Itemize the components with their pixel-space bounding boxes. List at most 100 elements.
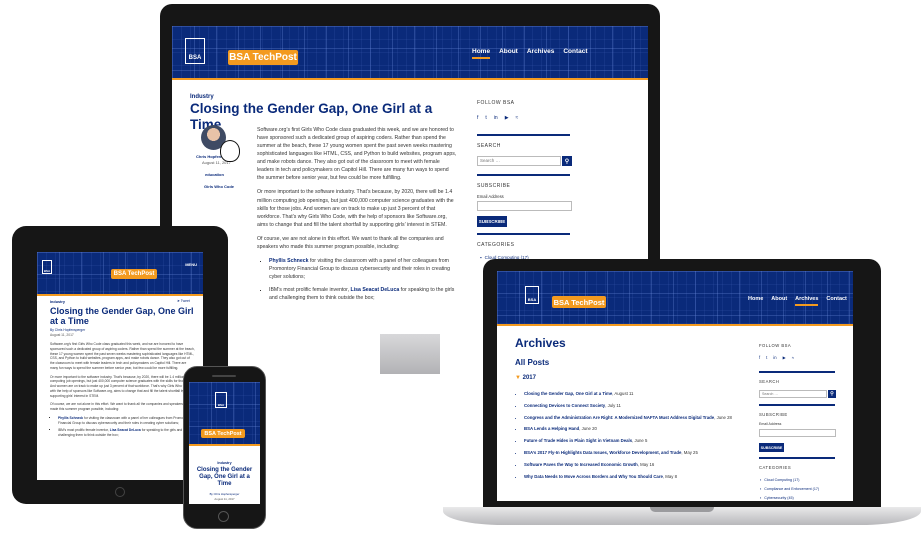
facebook-icon[interactable]: f (759, 355, 760, 360)
phone-home-button (218, 511, 229, 522)
youtube-icon[interactable]: ▶ (505, 115, 509, 121)
linkedin-icon[interactable]: in (494, 115, 498, 121)
brand-badge[interactable]: BSA TechPost (228, 50, 298, 65)
nav-archives[interactable]: Archives (527, 48, 554, 55)
laptop-notch (650, 507, 714, 512)
tweet-button[interactable]: ➤ Tweet (177, 299, 190, 303)
main-nav: Home About Archives Contact (748, 296, 847, 306)
nav-contact[interactable]: Contact (563, 48, 587, 55)
article-date: August 11, 2017 (214, 497, 235, 501)
search-button[interactable]: ⚲ (562, 156, 572, 166)
article-category[interactable]: Industry (190, 94, 214, 100)
search-heading: SEARCH (477, 143, 501, 149)
by-line[interactable]: By Chris Hopfensperger (50, 328, 85, 332)
category-item[interactable]: Compliance and Enforcement (17) (760, 487, 819, 491)
facebook-icon[interactable]: f (477, 115, 478, 121)
paragraph-3: Of course, we are not alone in this effo… (50, 402, 190, 412)
nav-home[interactable]: Home (472, 48, 491, 59)
paragraph-2: Or more important to the software indust… (50, 374, 195, 398)
year-toggle[interactable]: ▼ 2017 (515, 375, 536, 381)
search-input[interactable]: Search … (759, 390, 827, 398)
menu-button[interactable]: MENU (185, 262, 197, 267)
brand-badge[interactable]: BSA TechPost (552, 296, 606, 308)
paragraph-3: Of course, we are not alone in this effo… (257, 235, 444, 250)
subscribe-heading: SUBSCRIBE (759, 412, 788, 417)
subscribe-heading: SUBSCRIBE (477, 183, 511, 189)
nav-about[interactable]: About (771, 296, 787, 302)
desktop-header: BSA BSA TechPost Home About Archives Con… (172, 26, 648, 78)
tablet-header: BSA BSA TechPost MENU (37, 252, 203, 294)
categories-heading: CATEGORIES (759, 465, 792, 470)
nav-home[interactable]: Home (748, 296, 763, 302)
phone-speaker (212, 375, 236, 377)
bullet-2-name[interactable]: Lisa Seacat DeLuca (351, 287, 400, 293)
follow-heading: FOLLOW BSA (759, 343, 792, 348)
twitter-icon[interactable]: t (485, 115, 486, 121)
linkedin-icon[interactable]: in (773, 355, 776, 360)
social-icons: f t in ▶ ≈ (477, 115, 518, 121)
nav-about[interactable]: About (499, 48, 518, 55)
article-title: Closing the Gender Gap, One Girl at a Ti… (196, 467, 253, 487)
archive-item: Connecting Devices to Connect Society, J… (524, 403, 744, 409)
main-nav: Home About Archives Contact (472, 48, 588, 59)
archive-item: BSA’s 2017 Fly-In Highlights Data Issues… (524, 450, 744, 456)
article-category[interactable]: Industry (189, 461, 260, 465)
all-posts-heading: All Posts (515, 358, 550, 367)
bullet-1-name[interactable]: Phyllis Schneck (269, 258, 309, 264)
email-label: Email Address (477, 194, 504, 199)
article-date: August 11, 2017 (50, 333, 74, 337)
categories-heading: CATEGORIES (477, 242, 515, 248)
rss-icon[interactable]: ≈ (516, 115, 519, 121)
phone-screen: BSA BSA TechPost Industry Closing the Ge… (189, 382, 260, 504)
search-button[interactable]: ⚲ (828, 390, 836, 398)
archive-item: BSA Lends a Helping Hand, June 20 (524, 426, 744, 432)
archives-heading: Archives (515, 336, 566, 350)
by-line[interactable]: By Chris Hopfensperger (189, 492, 260, 496)
phone-header: BSA BSA TechPost (189, 382, 260, 444)
nav-archives[interactable]: Archives (795, 296, 819, 306)
archive-item: Why Data Needs to Move Across Borders an… (524, 474, 744, 480)
email-field[interactable] (759, 429, 836, 437)
youtube-icon[interactable]: ▶ (783, 355, 786, 360)
nav-contact[interactable]: Contact (826, 296, 846, 302)
archive-item: Software Paves the Way to Increased Econ… (524, 462, 744, 468)
brand-badge[interactable]: BSA TechPost (201, 429, 245, 438)
bullet-2: IBM’s most prolific female inventor, Lis… (58, 428, 195, 438)
email-field[interactable] (477, 201, 572, 211)
archive-list: Closing the Gender Gap, One Girl at a Ti… (524, 391, 744, 485)
paragraph-1: Software.org’s first Girls Who Code clas… (50, 342, 195, 370)
subscribe-button[interactable]: SUBSCRIBE (759, 443, 784, 452)
article-body: Software.org’s first Girls Who Code clas… (50, 342, 195, 438)
cursor-icon (220, 140, 240, 162)
responsive-devices-mockup: BSA BSA TechPost Home About Archives Con… (0, 0, 921, 538)
search-heading: SEARCH (759, 379, 780, 384)
archive-item: Congress and the Administration Are Righ… (524, 415, 744, 421)
laptop-header: BSA BSA TechPost Home About Archives Con… (497, 271, 853, 324)
bsa-logo: BSA (42, 260, 52, 274)
brand-badge[interactable]: BSA TechPost (111, 269, 157, 279)
category-item[interactable]: Cloud Computing (17) (760, 478, 799, 482)
monitor-stand (380, 334, 440, 374)
twitter-icon[interactable]: t (766, 355, 767, 360)
article-category[interactable]: Industry (50, 300, 65, 304)
archive-item: Closing the Gender Gap, One Girl at a Ti… (524, 391, 744, 397)
paragraph-2: Or more important to the software indust… (257, 189, 454, 228)
rss-icon[interactable]: ≈ (792, 355, 794, 360)
social-icons: f t in ▶ ≈ (759, 355, 794, 360)
follow-heading: FOLLOW BSA (477, 100, 515, 106)
tablet-screen: BSA BSA TechPost MENU Industry ➤ Tweet C… (37, 252, 203, 480)
paragraph-1: Software.org’s first Girls Who Code clas… (257, 127, 457, 182)
bullet-1: Phyllis Schneck for visiting the classro… (58, 416, 195, 426)
category-item[interactable]: Cybersecurity (45) (760, 496, 793, 500)
archive-item: Future of Trade Hides in Plain Sight in … (524, 438, 744, 444)
tag-education[interactable]: education (205, 172, 224, 177)
bullet-2: IBM’s most prolific female inventor, Lis… (269, 286, 457, 302)
bsa-logo: BSA (215, 392, 227, 408)
search-input[interactable]: Search … (477, 156, 561, 166)
tag-girls-who-code[interactable]: Girls Who Code (204, 184, 234, 189)
subscribe-button[interactable]: SUBSCRIBE (477, 216, 507, 227)
twitter-icon: ➤ (177, 299, 180, 303)
tablet-home-button (115, 487, 125, 497)
bsa-logo: BSA (185, 38, 205, 64)
article-title: Closing the Gender Gap, One Girl at a Ti… (50, 306, 194, 327)
